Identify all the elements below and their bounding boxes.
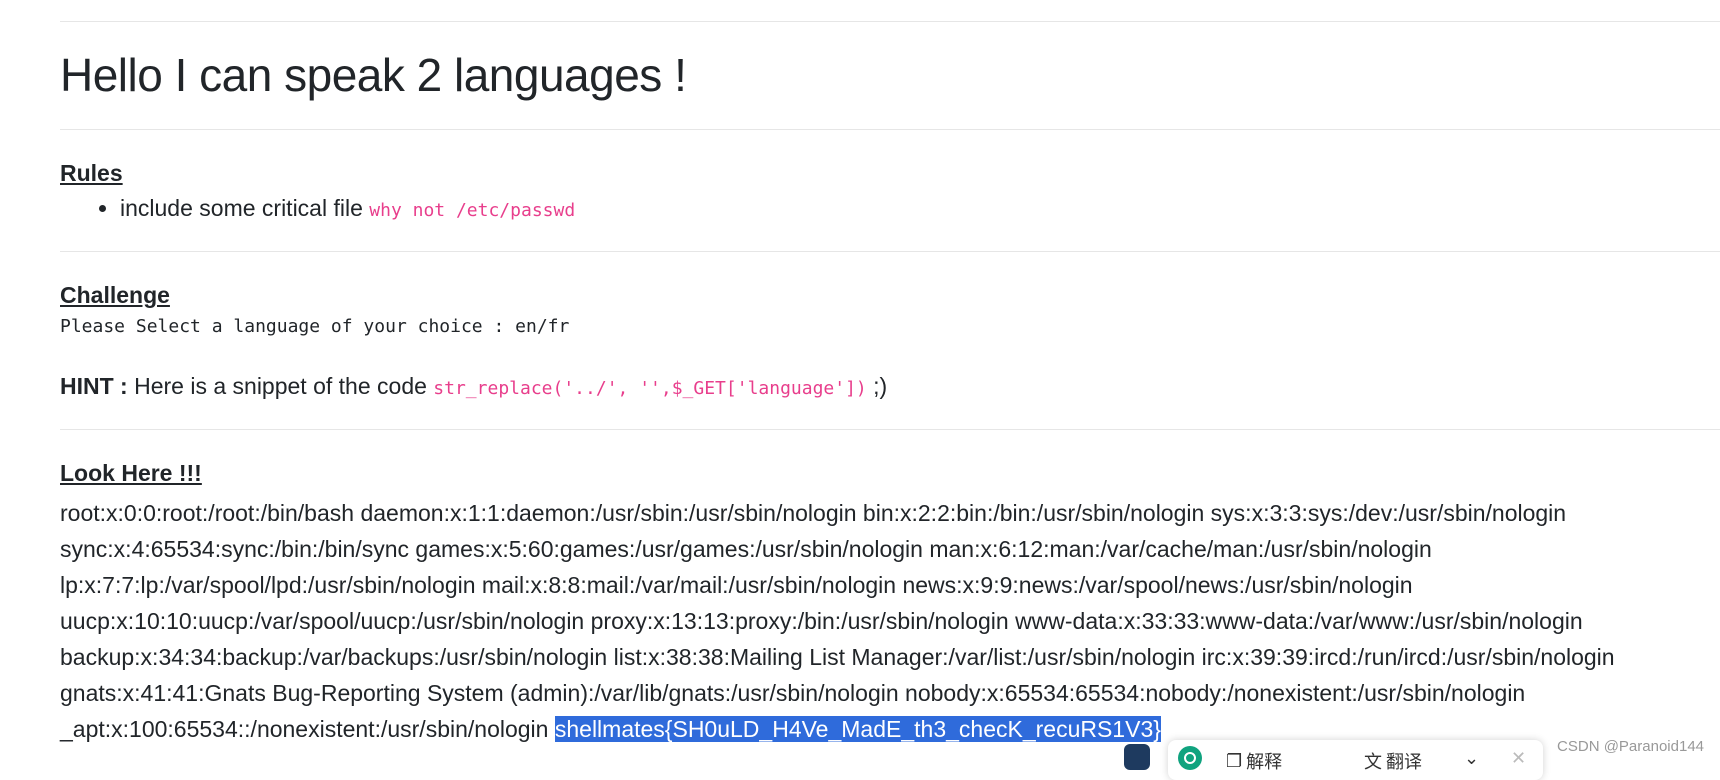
hint-code: str_replace('../', '',$_GET['language']) <box>433 378 867 399</box>
passwd-text: root:x:0:0:root:/root:/bin/bash daemon:x… <box>60 500 1615 742</box>
hint-divider <box>60 429 1720 430</box>
translate-button[interactable]: 文 翻译 <box>1364 748 1422 774</box>
challenge-text: Please Select a language of your choice … <box>60 316 570 337</box>
rules-heading: Rules <box>60 160 123 186</box>
explain-icon: ❐ <box>1226 750 1243 771</box>
rules-divider <box>60 251 1720 252</box>
rules-item: include some critical file why not /etc/… <box>120 195 575 222</box>
selection-toolbar: ❐ 解释 文 翻译 ⌄ ✕ <box>1124 740 1543 780</box>
flag-text-selected[interactable]: shellmates{SH0uLD_H4Ve_MadE_th3_checK_re… <box>554 716 1161 742</box>
hint-suffix: ;) <box>873 373 888 399</box>
explain-button[interactable]: ❐ 解释 <box>1226 748 1282 774</box>
output-heading: Look Here !!! <box>60 460 202 486</box>
explain-label: 解释 <box>1246 752 1283 772</box>
rules-list: include some critical file why not /etc/… <box>60 195 575 222</box>
watermark: CSDN @Paranoid144 <box>1557 738 1704 755</box>
challenge-heading: Challenge <box>60 282 170 308</box>
translate-label: 翻译 <box>1386 752 1422 772</box>
ai-assistant-icon[interactable] <box>1124 744 1150 770</box>
top-divider <box>60 21 1720 22</box>
hint-line: HINT : Here is a snippet of the code str… <box>60 373 887 400</box>
hint-text: Here is a snippet of the code <box>134 373 427 399</box>
passwd-output: root:x:0:0:root:/root:/bin/bash daemon:x… <box>60 495 1720 747</box>
chatgpt-icon[interactable] <box>1178 746 1202 770</box>
translate-icon: 文 <box>1364 752 1382 772</box>
rules-item-text: include some critical file <box>120 195 363 221</box>
rules-item-code: why not /etc/passwd <box>369 200 576 221</box>
title-divider <box>60 129 1720 130</box>
page-title: Hello I can speak 2 languages ! <box>60 49 687 101</box>
hint-label: HINT : <box>60 373 128 399</box>
